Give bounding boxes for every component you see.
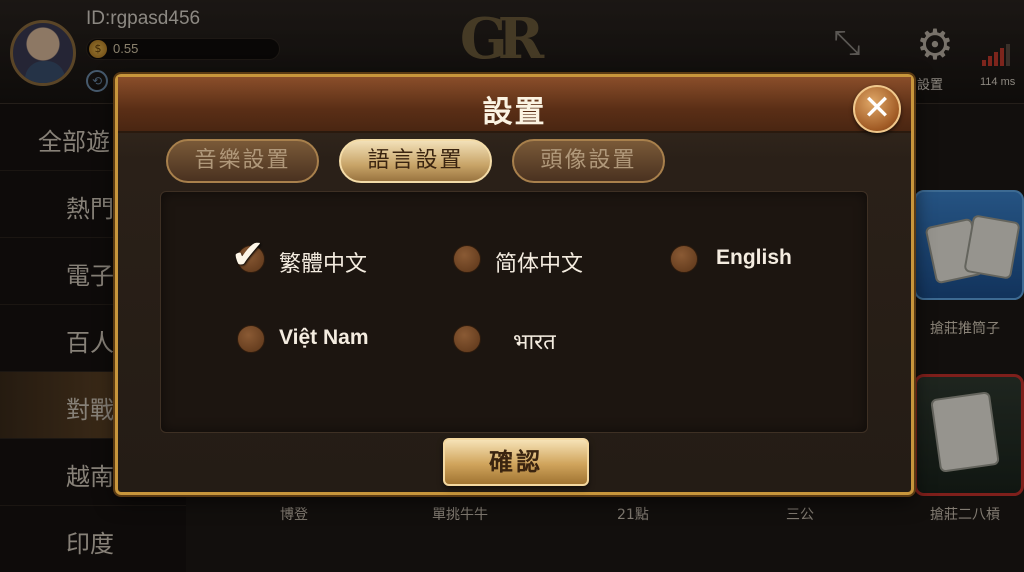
tab-language-settings[interactable]: 語言設置 <box>339 139 492 183</box>
radio-button[interactable] <box>453 325 481 353</box>
close-button[interactable]: ✕ <box>853 85 901 133</box>
dialog-header: 設置 <box>118 77 911 133</box>
language-label: Việt Nam <box>279 326 369 349</box>
language-label: भारत <box>513 330 556 355</box>
language-label: 繁體中文 <box>279 252 368 277</box>
dialog-title: 設置 <box>482 95 547 130</box>
language-option-traditional-chinese[interactable]: ✔ 繁體中文 <box>231 232 417 278</box>
language-label: English <box>716 246 792 269</box>
checkmark-icon: ✔ <box>231 232 265 278</box>
language-option-vietnamese[interactable]: Việt Nam <box>237 322 417 356</box>
language-label: 简体中文 <box>495 252 584 277</box>
radio-button[interactable] <box>670 245 698 273</box>
language-panel: ✔ 繁體中文 简体中文 English Việt Nam भारत <box>160 191 868 433</box>
tab-avatar-settings[interactable]: 頭像設置 <box>512 139 665 183</box>
tab-music-settings[interactable]: 音樂設置 <box>166 139 319 183</box>
radio-button[interactable] <box>237 325 265 353</box>
radio-button[interactable] <box>453 245 481 273</box>
language-option-hindi[interactable]: भारत <box>453 322 633 356</box>
settings-dialog: 設置 ✕ 音樂設置 語言設置 頭像設置 ✔ 繁體中文 简体中文 English … <box>115 74 914 495</box>
language-option-english[interactable]: English <box>670 242 830 276</box>
confirm-button[interactable]: 確認 <box>443 438 589 486</box>
language-option-simplified-chinese[interactable]: 简体中文 <box>453 242 633 277</box>
close-icon: ✕ <box>862 88 892 128</box>
